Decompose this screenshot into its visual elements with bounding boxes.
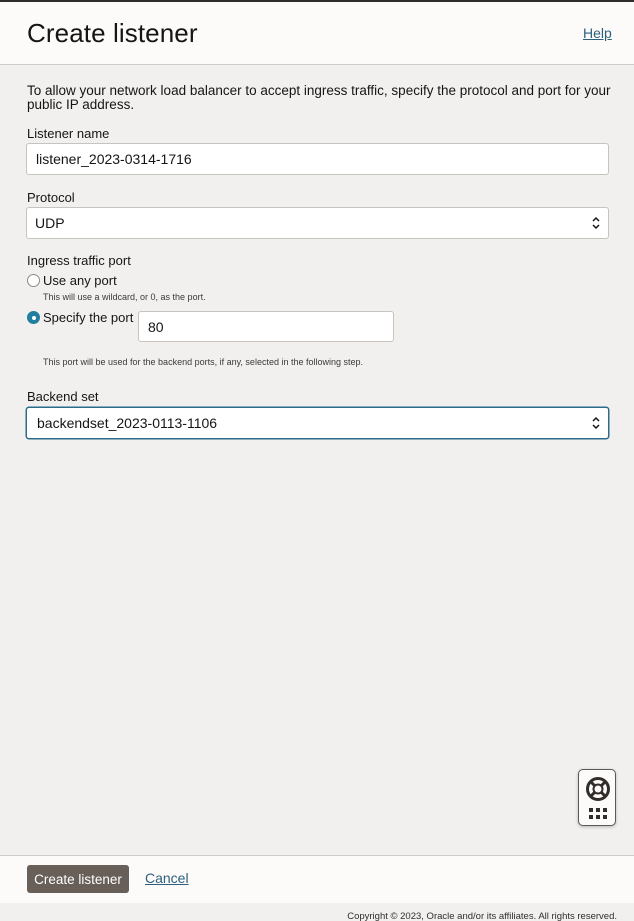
copyright-text: Copyright © 2023, Oracle and/or its affi…: [347, 911, 617, 921]
intro-text: To allow your network load balancer to a…: [27, 83, 611, 112]
protocol-label: Protocol: [27, 190, 75, 205]
panel-footer: Create listener Cancel: [0, 855, 634, 903]
cancel-link[interactable]: Cancel: [145, 870, 189, 886]
help-link[interactable]: Help: [583, 25, 612, 41]
listener-name-label: Listener name: [27, 126, 110, 141]
port-input[interactable]: [138, 311, 394, 342]
use-any-port-hint: This will use a wildcard, or 0, as the p…: [43, 292, 206, 302]
radio-button-unchecked[interactable]: [27, 274, 40, 287]
lifebuoy-icon[interactable]: [585, 776, 611, 802]
up-down-chevron-icon: [592, 216, 600, 230]
up-down-chevron-icon: [592, 416, 600, 430]
grid-icon[interactable]: [588, 807, 608, 820]
backend-set-select[interactable]: backendset_2023-0113-1106: [26, 407, 609, 439]
radio-button-checked[interactable]: [27, 311, 40, 324]
port-hint: This port will be used for the backend p…: [43, 357, 364, 367]
protocol-select[interactable]: UDP: [26, 207, 609, 239]
radio-specify-port-label: Specify the port: [43, 310, 134, 325]
listener-name-input[interactable]: [26, 143, 609, 175]
radio-use-any-port-label: Use any port: [43, 273, 117, 288]
page-title: Create listener: [27, 18, 198, 48]
create-listener-button[interactable]: Create listener: [27, 865, 129, 893]
panel-header: Create listener Help: [0, 2, 634, 65]
help-widget[interactable]: [578, 769, 616, 826]
protocol-select-value: UDP: [35, 215, 65, 231]
ingress-port-label: Ingress traffic port: [27, 253, 131, 268]
backend-set-label: Backend set: [27, 389, 99, 404]
backend-set-select-value: backendset_2023-0113-1106: [37, 415, 218, 431]
